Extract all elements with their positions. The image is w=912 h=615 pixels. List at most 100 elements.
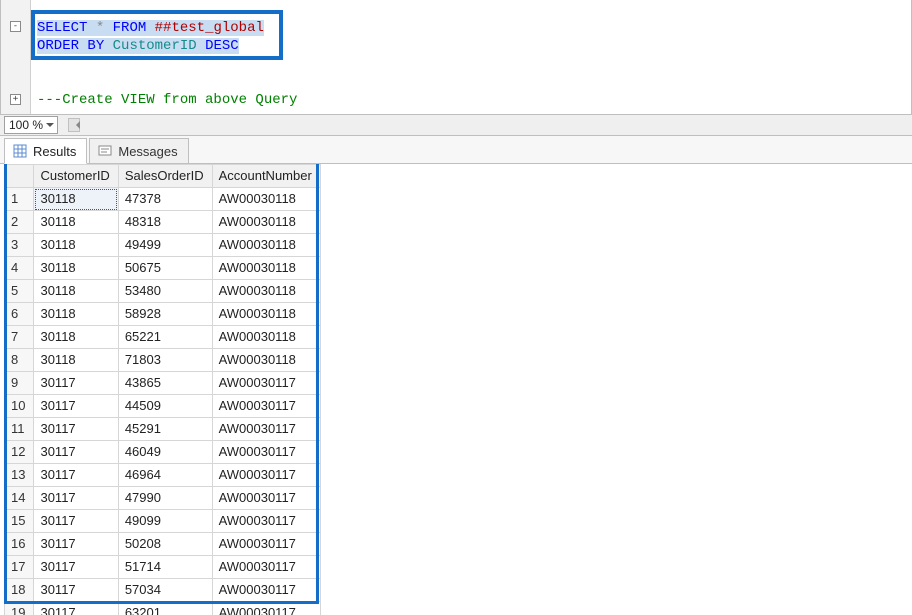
zoom-level-select[interactable]: 100 % [4,116,58,134]
code-line-2[interactable]: ORDER BY CustomerID DESC [31,37,911,55]
row-number-cell[interactable]: 5 [5,280,34,303]
row-number-cell[interactable]: 10 [5,395,34,418]
cell-customerid[interactable]: 30118 [34,349,118,372]
row-number-cell[interactable]: 11 [5,418,34,441]
cell-accountnumber[interactable]: AW00030117 [212,556,320,579]
cell-customerid[interactable]: 30117 [34,602,118,615]
cell-accountnumber[interactable]: AW00030118 [212,326,320,349]
cell-customerid[interactable]: 30117 [34,372,118,395]
cell-accountnumber[interactable]: AW00030117 [212,395,320,418]
cell-accountnumber[interactable]: AW00030118 [212,280,320,303]
cell-customerid[interactable]: 30117 [34,395,118,418]
cell-salesorderid[interactable]: 50208 [118,533,212,556]
table-row[interactable]: 123011746049AW00030117 [5,441,321,464]
row-number-cell[interactable]: 2 [5,211,34,234]
cell-salesorderid[interactable]: 45291 [118,418,212,441]
cell-salesorderid[interactable]: 65221 [118,326,212,349]
tab-results[interactable]: Results [4,138,87,164]
cell-accountnumber[interactable]: AW00030118 [212,303,320,326]
cell-customerid[interactable]: 30117 [34,487,118,510]
cell-accountnumber[interactable]: AW00030117 [212,372,320,395]
zoom-nav-button[interactable] [68,118,80,132]
row-number-cell[interactable]: 8 [5,349,34,372]
row-number-cell[interactable]: 9 [5,372,34,395]
cell-salesorderid[interactable]: 49099 [118,510,212,533]
row-number-cell[interactable]: 6 [5,303,34,326]
cell-salesorderid[interactable]: 46964 [118,464,212,487]
cell-customerid[interactable]: 30118 [34,303,118,326]
row-number-cell[interactable]: 1 [5,188,34,211]
cell-salesorderid[interactable]: 43865 [118,372,212,395]
cell-salesorderid[interactable]: 48318 [118,211,212,234]
cell-salesorderid[interactable]: 53480 [118,280,212,303]
row-number-cell[interactable]: 19 [5,602,34,615]
cell-accountnumber[interactable]: AW00030118 [212,349,320,372]
cell-customerid[interactable]: 30118 [34,257,118,280]
cell-salesorderid[interactable]: 63201 [118,602,212,615]
table-row[interactable]: 113011745291AW00030117 [5,418,321,441]
table-row[interactable]: 93011743865AW00030117 [5,372,321,395]
table-row[interactable]: 33011849499AW00030118 [5,234,321,257]
cell-accountnumber[interactable]: AW00030117 [212,441,320,464]
cell-customerid[interactable]: 30118 [34,234,118,257]
row-number-cell[interactable]: 3 [5,234,34,257]
fold-toggle-2[interactable]: + [10,94,21,105]
cell-customerid[interactable]: 30118 [34,188,118,211]
code-area[interactable]: SELECT * FROM ##test_global ORDER BY Cus… [31,0,911,114]
cell-accountnumber[interactable]: AW00030117 [212,579,320,602]
table-row[interactable]: 13011847378AW00030118 [5,188,321,211]
table-row[interactable]: 183011757034AW00030117 [5,579,321,602]
table-row[interactable]: 63011858928AW00030118 [5,303,321,326]
table-row[interactable]: 73011865221AW00030118 [5,326,321,349]
table-row[interactable]: 23011848318AW00030118 [5,211,321,234]
cell-salesorderid[interactable]: 50675 [118,257,212,280]
cell-salesorderid[interactable]: 57034 [118,579,212,602]
cell-customerid[interactable]: 30117 [34,556,118,579]
tab-messages[interactable]: Messages [89,138,188,164]
col-header-salesorderid[interactable]: SalesOrderID [118,165,212,188]
table-row[interactable]: 143011747990AW00030117 [5,487,321,510]
cell-salesorderid[interactable]: 44509 [118,395,212,418]
row-number-cell[interactable]: 17 [5,556,34,579]
cell-accountnumber[interactable]: AW00030117 [212,418,320,441]
cell-accountnumber[interactable]: AW00030117 [212,464,320,487]
row-number-cell[interactable]: 13 [5,464,34,487]
row-number-cell[interactable]: 16 [5,533,34,556]
col-header-accountnumber[interactable]: AccountNumber [212,165,320,188]
cell-accountnumber[interactable]: AW00030118 [212,188,320,211]
cell-customerid[interactable]: 30117 [34,441,118,464]
cell-accountnumber[interactable]: AW00030117 [212,533,320,556]
table-row[interactable]: 193011763201AW00030117 [5,602,321,615]
row-number-cell[interactable]: 18 [5,579,34,602]
cell-salesorderid[interactable]: 47990 [118,487,212,510]
cell-salesorderid[interactable]: 46049 [118,441,212,464]
cell-accountnumber[interactable]: AW00030117 [212,487,320,510]
cell-customerid[interactable]: 30118 [34,280,118,303]
results-grid[interactable]: CustomerID SalesOrderID AccountNumber 13… [4,164,321,615]
code-line-1[interactable]: SELECT * FROM ##test_global [31,19,911,37]
row-number-cell[interactable]: 4 [5,257,34,280]
rownum-header[interactable] [5,165,34,188]
cell-salesorderid[interactable]: 49499 [118,234,212,257]
table-row[interactable]: 83011871803AW00030118 [5,349,321,372]
cell-salesorderid[interactable]: 51714 [118,556,212,579]
cell-accountnumber[interactable]: AW00030118 [212,234,320,257]
table-row[interactable]: 173011751714AW00030117 [5,556,321,579]
cell-customerid[interactable]: 30118 [34,211,118,234]
row-number-cell[interactable]: 7 [5,326,34,349]
cell-customerid[interactable]: 30117 [34,464,118,487]
row-number-cell[interactable]: 12 [5,441,34,464]
cell-accountnumber[interactable]: AW00030117 [212,602,320,615]
cell-salesorderid[interactable]: 58928 [118,303,212,326]
table-row[interactable]: 53011853480AW00030118 [5,280,321,303]
table-row[interactable]: 43011850675AW00030118 [5,257,321,280]
cell-customerid[interactable]: 30118 [34,326,118,349]
cell-customerid[interactable]: 30117 [34,533,118,556]
cell-accountnumber[interactable]: AW00030118 [212,257,320,280]
sql-editor-pane[interactable]: - + SELECT * FROM ##test_global ORDER BY… [0,0,912,114]
table-row[interactable]: 133011746964AW00030117 [5,464,321,487]
cell-salesorderid[interactable]: 71803 [118,349,212,372]
row-number-cell[interactable]: 15 [5,510,34,533]
cell-accountnumber[interactable]: AW00030118 [212,211,320,234]
cell-customerid[interactable]: 30117 [34,418,118,441]
